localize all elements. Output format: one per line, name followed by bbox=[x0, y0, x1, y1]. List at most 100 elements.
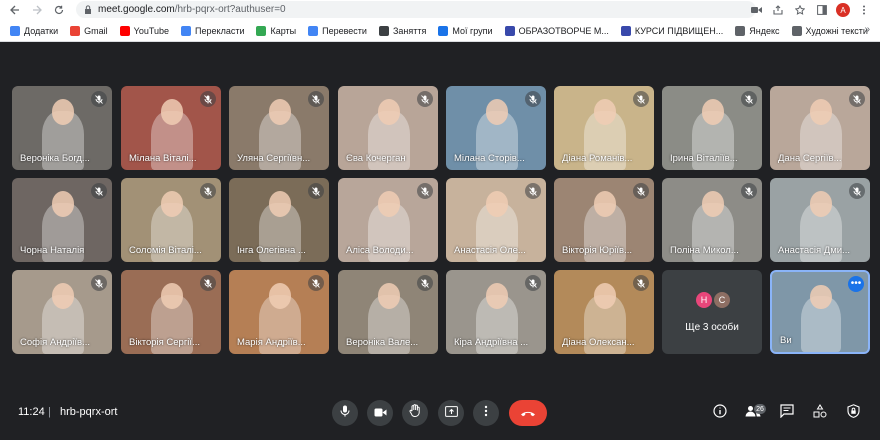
participant-name: Діана Романів... bbox=[562, 153, 633, 164]
forward-arrow-icon[interactable] bbox=[28, 1, 46, 19]
participant-name: Анастасія Оле... bbox=[454, 245, 526, 256]
bookmark-item[interactable]: КУРСИ ПІДВИЩЕН... bbox=[620, 25, 723, 36]
activities-shapes-icon bbox=[813, 403, 827, 423]
participants-grid: Н С Ще 3 особи ••• Ви Вероніка Богд... Мі… bbox=[0, 42, 880, 392]
bookmark-item[interactable]: ОБРАЗОТВОРЧЕ М... bbox=[504, 25, 609, 36]
muted-mic-icon bbox=[633, 91, 649, 107]
kebab-menu-icon[interactable] bbox=[856, 2, 872, 18]
participants-count-badge: 26 bbox=[754, 404, 766, 414]
share-icon[interactable] bbox=[770, 2, 786, 18]
participant-tile[interactable]: Єва Кочерган bbox=[338, 86, 438, 170]
participant-tile[interactable]: Уляна Сергіївн... bbox=[229, 86, 329, 170]
muted-mic-icon bbox=[91, 91, 107, 107]
participant-name: Дана Сергіїв... bbox=[778, 153, 842, 164]
muted-mic-icon bbox=[633, 275, 649, 291]
participant-name: Ірина Віталіїв... bbox=[670, 153, 738, 164]
participant-name: Єва Кочерган bbox=[346, 153, 406, 164]
participant-tile[interactable]: Діана Романів... bbox=[554, 86, 654, 170]
hand-icon bbox=[409, 404, 421, 422]
participant-name: Вероніка Вале... bbox=[346, 337, 419, 348]
muted-mic-icon bbox=[849, 91, 865, 107]
bookmark-star-icon[interactable] bbox=[792, 2, 808, 18]
bookmark-item[interactable]: Мої групи bbox=[438, 25, 493, 36]
muted-mic-icon bbox=[308, 183, 324, 199]
participant-tile[interactable]: Інга Олегівна ... bbox=[229, 178, 329, 262]
camera-button[interactable] bbox=[367, 400, 393, 426]
participant-face bbox=[269, 191, 291, 217]
muted-mic-icon bbox=[633, 183, 649, 199]
muted-mic-icon bbox=[200, 183, 216, 199]
bookmark-item[interactable]: Додатки bbox=[10, 25, 58, 36]
meeting-code: hrb-pqrx-ort bbox=[60, 406, 118, 418]
back-arrow-icon[interactable] bbox=[6, 1, 24, 19]
participant-tile[interactable]: Мілана Сторів... bbox=[446, 86, 546, 170]
bookmark-item[interactable]: Карты bbox=[256, 25, 296, 36]
more-options-icon[interactable]: ••• bbox=[848, 276, 864, 292]
meeting-controls-bar: 11:24 | hrb-pqrx-ort 26 bbox=[0, 392, 880, 440]
bookmark-favicon-icon bbox=[620, 25, 631, 36]
info-icon bbox=[713, 403, 727, 423]
participant-tile[interactable]: Софія Андріїв... bbox=[12, 270, 112, 354]
participant-name: Софія Андріїв... bbox=[20, 337, 90, 348]
reload-icon[interactable] bbox=[50, 1, 68, 19]
bookmark-item[interactable]: Художні тексти bbox=[791, 25, 868, 36]
bookmarks-overflow-icon[interactable]: » bbox=[864, 24, 870, 35]
participant-tile[interactable]: Анастасія Оле... bbox=[446, 178, 546, 262]
raise-hand-button[interactable] bbox=[402, 400, 428, 426]
participant-tile[interactable]: Мілана Віталі... bbox=[121, 86, 221, 170]
participant-tile[interactable]: Вероніка Богд... bbox=[12, 86, 112, 170]
participants-button[interactable]: 26 bbox=[742, 402, 766, 424]
chat-button[interactable] bbox=[776, 402, 798, 424]
bookmarks-bar: Додатки Gmail YouTube Перекласти Карты Переве… bbox=[0, 20, 880, 42]
profile-avatar[interactable]: A bbox=[836, 3, 850, 17]
participant-tile[interactable]: Вікторія Сергії... bbox=[121, 270, 221, 354]
participant-tile[interactable]: Вероніка Вале... bbox=[338, 270, 438, 354]
participant-name: Марія Андріїв... bbox=[237, 337, 306, 348]
bookmark-favicon-icon bbox=[735, 25, 746, 36]
address-bar[interactable]: meet.google.com/hrb-pqrx-ort?authuser=0 bbox=[76, 1, 756, 18]
participant-tile[interactable]: Ірина Віталіїв... bbox=[662, 86, 762, 170]
video-camera-icon bbox=[374, 404, 387, 422]
bookmark-item[interactable]: Яндекс bbox=[735, 25, 780, 36]
present-screen-button[interactable] bbox=[438, 400, 464, 426]
bookmark-item[interactable]: Заняття bbox=[378, 25, 426, 36]
camera-in-use-icon[interactable] bbox=[748, 2, 764, 18]
participant-tile[interactable]: Вікторія Юріїв... bbox=[554, 178, 654, 262]
meeting-time: 11:24 bbox=[18, 406, 45, 418]
present-screen-icon bbox=[444, 404, 458, 422]
microphone-icon bbox=[340, 404, 350, 422]
bookmark-item[interactable]: Перекласти bbox=[181, 25, 244, 36]
participant-tile[interactable]: Діана Олексан... bbox=[554, 270, 654, 354]
more-participants-tile[interactable]: Н С Ще 3 особи bbox=[662, 270, 762, 354]
meeting-details-button[interactable] bbox=[709, 402, 731, 424]
self-video-tile[interactable]: ••• Ви bbox=[770, 270, 870, 354]
participant-name: Мілана Віталі... bbox=[129, 153, 197, 164]
bookmark-item[interactable]: Gmail bbox=[70, 25, 108, 36]
bookmark-item[interactable]: Перевести bbox=[308, 25, 367, 36]
participant-avatar: С bbox=[714, 292, 730, 308]
participant-name: Ви bbox=[780, 335, 792, 346]
host-controls-button[interactable] bbox=[842, 402, 864, 424]
participant-tile[interactable]: Кіра Андріївна ... bbox=[446, 270, 546, 354]
participant-tile[interactable]: Анастасія Дми... bbox=[770, 178, 870, 262]
bookmark-item[interactable]: YouTube bbox=[119, 25, 169, 36]
participant-face bbox=[594, 283, 616, 309]
activities-button[interactable] bbox=[809, 402, 831, 424]
participant-tile[interactable]: Марія Андріїв... bbox=[229, 270, 329, 354]
participant-face bbox=[810, 191, 832, 217]
participant-name: Вікторія Сергії... bbox=[129, 337, 200, 348]
participant-tile[interactable]: Аліса Володи... bbox=[338, 178, 438, 262]
participant-face bbox=[594, 99, 616, 125]
participant-tile[interactable]: Поліна Микол... bbox=[662, 178, 762, 262]
side-panel-icon[interactable] bbox=[814, 2, 830, 18]
participant-tile[interactable]: Соломія Віталі... bbox=[121, 178, 221, 262]
microphone-button[interactable] bbox=[332, 400, 358, 426]
participant-face bbox=[52, 283, 74, 309]
more-options-button[interactable] bbox=[473, 400, 499, 426]
participant-face bbox=[594, 191, 616, 217]
participant-tile[interactable]: Чорна Наталія bbox=[12, 178, 112, 262]
bookmark-favicon-icon bbox=[70, 25, 81, 36]
participant-tile[interactable]: Дана Сергіїв... bbox=[770, 86, 870, 170]
bookmark-favicon-icon bbox=[308, 25, 319, 36]
leave-call-button[interactable] bbox=[509, 400, 547, 426]
